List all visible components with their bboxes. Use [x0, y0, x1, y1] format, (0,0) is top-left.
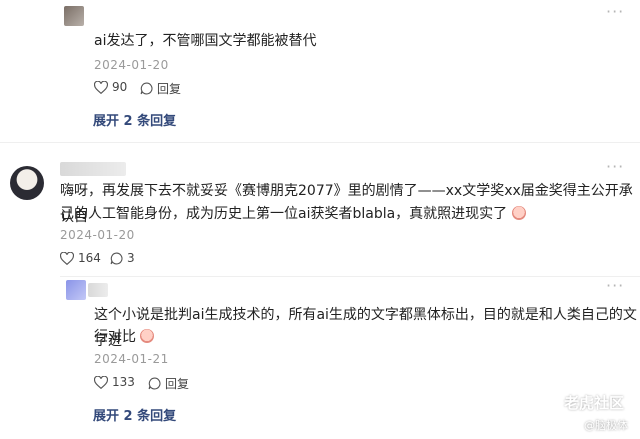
expand-replies-link[interactable]: 展开 2 条回复	[93, 405, 176, 424]
emoji-icon	[140, 329, 155, 343]
divider	[0, 142, 640, 143]
like-count: 90	[112, 80, 128, 94]
more-icon[interactable]: ···	[606, 276, 624, 295]
like-count: 164	[78, 251, 101, 265]
reply-label: 回复	[165, 377, 190, 391]
avatar[interactable]	[64, 6, 84, 26]
like-button[interactable]: 133	[94, 375, 135, 389]
more-icon[interactable]: ···	[606, 157, 624, 176]
reply-label: 回复	[157, 82, 182, 96]
reply-text-line-1: 这个小说是批判ai生成技术的，所有ai生成的文字都黑体标出，目的就是和人类自己的…	[94, 307, 637, 349]
avatar[interactable]	[10, 166, 44, 200]
comment-date: 2024-01-20	[60, 228, 135, 242]
watermark-brand: 老虎社区	[564, 394, 625, 412]
like-button[interactable]: 164	[60, 251, 101, 265]
reply-icon	[110, 252, 123, 264]
reply-text-line-2: 行对比	[94, 324, 155, 350]
username[interactable]	[60, 162, 126, 176]
avatar[interactable]	[66, 280, 86, 300]
tiger-logo-icon	[540, 394, 558, 411]
watermark-sub: @脑极体	[584, 419, 628, 432]
reply-count: 3	[127, 251, 135, 265]
username[interactable]	[88, 283, 108, 297]
reply-button[interactable]: 回复	[140, 80, 181, 97]
like-count: 133	[112, 375, 135, 389]
emoji-icon	[511, 206, 526, 220]
reply-icon	[140, 82, 153, 95]
divider	[60, 276, 640, 277]
more-icon[interactable]: ···	[606, 2, 624, 21]
like-button[interactable]: 90	[94, 80, 127, 94]
heart-icon	[94, 375, 108, 389]
comment-date: 2024-01-20	[94, 58, 169, 72]
reply-icon	[148, 377, 161, 390]
expand-replies-link[interactable]: 展开 2 条回复	[93, 110, 176, 129]
reply-button[interactable]: 回复	[148, 375, 189, 392]
reply-button[interactable]: 3	[110, 251, 135, 265]
comment-text: ai发达了，不管哪国文学都能被替代	[94, 33, 317, 49]
heart-icon	[60, 251, 74, 265]
comment-text-line-2: 己的人工智能身份，成为历史上第一位ai获奖者blabla，真就照进现实了	[60, 201, 526, 227]
watermark: 老虎社区	[540, 392, 624, 413]
heart-icon	[94, 80, 108, 94]
reply-date: 2024-01-21	[94, 352, 169, 366]
